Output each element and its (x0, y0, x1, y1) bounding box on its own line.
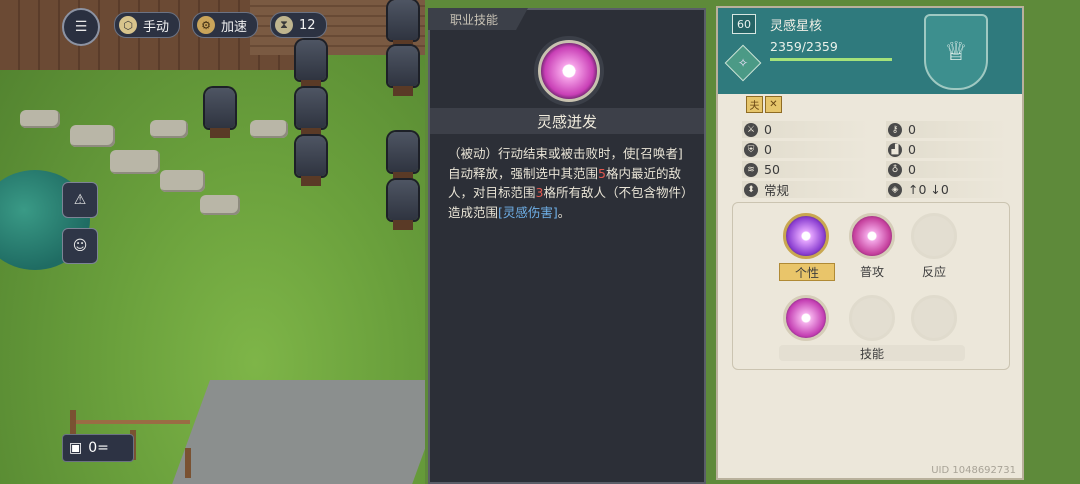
enemy-knight[interactable] (296, 88, 326, 138)
uid-text: UID 1048692731 (931, 465, 1016, 476)
skill-description: （被动）行动结束或被击败时，使[召唤者]自动释放，强制选中其范围5格内最近的敌人… (448, 144, 690, 222)
stat-attack: ⚔ 0 (742, 121, 870, 138)
stone-path (169, 380, 425, 484)
resource-counter[interactable]: ▣ 0= (62, 434, 134, 462)
stone-tile (110, 150, 160, 174)
stone-tile (70, 125, 115, 147)
stat-value: 0 (764, 142, 772, 157)
skill-category-tab: 职业技能 (428, 8, 528, 30)
manual-mode-toggle[interactable]: ⬡ 手动 (114, 12, 181, 38)
stat-key: ⚷ 0 (886, 121, 1008, 138)
hp-bar-fill (770, 58, 892, 61)
list-icon: ☰ (74, 19, 88, 35)
character-header: 60 灵感星核 ✧ 2359/2359 ♕ (718, 8, 1022, 94)
speed-toggle[interactable]: ⚙ 加速 (192, 12, 259, 38)
skill-slots-box: 个性 普攻 反应 技能 (732, 202, 1010, 370)
turn-counter: ⧗ 12 (270, 12, 327, 38)
counter-value: 0= (88, 440, 109, 456)
stat-value: 0 (908, 122, 916, 137)
skill-slot-empty[interactable] (911, 295, 957, 341)
normal-attack-slot[interactable] (849, 213, 895, 259)
stat-value: ↑0 ↓0 (908, 182, 949, 197)
enemy-knight[interactable] (388, 180, 418, 230)
desc-range-value: 5 (598, 165, 606, 181)
skill-row-label: 技能 (779, 345, 965, 361)
stat-value: 50 (764, 162, 780, 177)
shield-icon: ⛨ (744, 142, 758, 157)
skill-detail-panel: 职业技能 ✦ 灵感迸发 （被动）行动结束或被击败时，使[召唤者]自动释放，强制选… (428, 8, 706, 484)
stat-value: 0 (764, 122, 772, 137)
mode-label: 手动 (143, 19, 170, 35)
menu-button[interactable]: ☰ (62, 8, 100, 46)
stat-boot: ▟ 0 (886, 141, 1008, 158)
enemy-knight[interactable] (388, 46, 418, 96)
skill-slot-active[interactable] (783, 295, 829, 341)
trait-tag-icon[interactable]: 夫 (746, 96, 763, 113)
alert-icon: ⚠ (73, 192, 87, 208)
stone-tile (250, 120, 288, 138)
level-badge: 60 (732, 14, 756, 34)
class-gem-icon: ✧ (724, 44, 762, 82)
hexagon-icon: ⬡ (119, 16, 137, 34)
team-button[interactable]: ☺ (62, 228, 98, 264)
reaction-label[interactable]: 反应 (907, 263, 961, 279)
hourglass-icon: ⧗ (275, 16, 293, 34)
speed-label: 加速 (221, 19, 248, 35)
enemy-knight[interactable] (296, 40, 326, 90)
fence-post (185, 448, 191, 478)
desc-text: 。 (557, 204, 571, 220)
character-name: 灵感星核 (770, 19, 823, 34)
sword-icon: ⚔ (744, 122, 758, 137)
stat-move: ≋ 50 (742, 161, 870, 178)
skill-orb-icon: ✦ (538, 40, 600, 102)
stone-tile (200, 195, 240, 215)
desc-damage-type[interactable]: [灵感伤害] (498, 205, 558, 220)
stone-tile (160, 170, 205, 192)
character-info-panel: 60 灵感星核 ✧ 2359/2359 ♕ 夫 ✕ ⚔ 0 ⚷ 0 ⛨ 0 ▟ … (716, 6, 1024, 480)
stat-value: 常规 (764, 183, 790, 198)
fence-rail (70, 420, 190, 424)
normal-attack-label[interactable]: 普攻 (845, 263, 899, 279)
trait-tags: 夫 ✕ (746, 96, 782, 113)
wing-icon: ≋ (744, 162, 758, 177)
stat-type: ⬍ 常规 (742, 181, 870, 198)
stat-defense: ⛨ 0 (742, 141, 870, 158)
stat-elevation: ◈ ↑0 ↓0 (886, 181, 1008, 198)
enemy-knight[interactable] (388, 0, 418, 50)
gear-icon: ⚙ (197, 16, 215, 34)
party-icon: ☺ (72, 238, 88, 254)
stone-tile (20, 110, 60, 128)
skill-slot-empty[interactable] (849, 295, 895, 341)
hp-bar (770, 58, 892, 61)
enemy-knight[interactable] (296, 136, 326, 186)
key-icon: ⚷ (888, 122, 902, 137)
stat-foot: ♁ 0 (886, 161, 1008, 178)
elevation-icon: ◈ (888, 182, 902, 197)
turn-count: 12 (299, 17, 316, 33)
enemy-knight[interactable] (388, 132, 418, 182)
battle-map[interactable]: ☰ ⬡ 手动 ⚙ 加速 ⧗ 12 ⚠ ☺ ▣ 0= (0, 0, 425, 484)
boot-icon: ▟ (888, 142, 902, 157)
stone-tile (150, 120, 188, 138)
individual-slot-label[interactable]: 个性 (779, 263, 835, 281)
enemy-knight[interactable] (205, 88, 235, 138)
stat-value: 0 (908, 162, 916, 177)
alert-button[interactable]: ⚠ (62, 182, 98, 218)
skill-name: 灵感迸发 (430, 108, 704, 134)
trait-cross-icon[interactable]: ✕ (765, 96, 782, 113)
stat-value: 0 (908, 142, 916, 157)
hp-value: 2359/2359 (770, 39, 838, 54)
foot-icon: ♁ (888, 162, 902, 177)
reaction-slot-empty[interactable] (911, 213, 957, 259)
type-icon: ⬍ (744, 182, 758, 197)
individual-skill-slot[interactable] (783, 213, 829, 259)
cube-icon: ▣ (69, 440, 83, 456)
chalice-crest-icon: ♕ (924, 14, 988, 90)
